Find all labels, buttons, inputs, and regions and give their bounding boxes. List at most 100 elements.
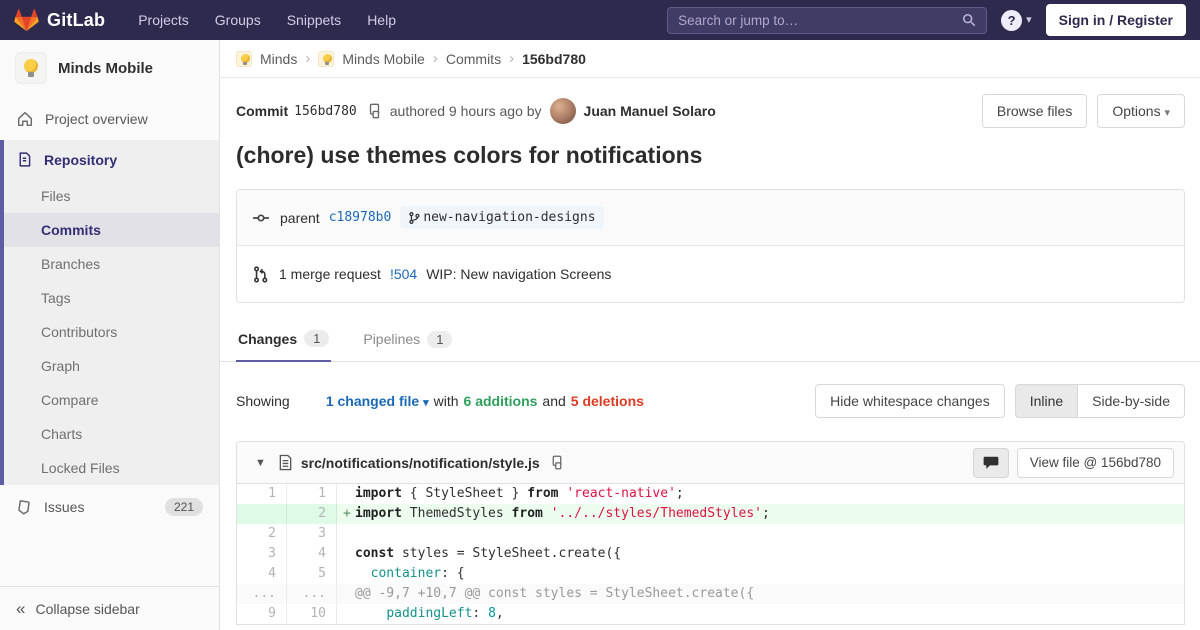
tab-pipelines[interactable]: Pipelines 1 (361, 319, 454, 361)
commit-icon (251, 208, 271, 228)
top-navbar: GitLab Projects Groups Snippets Help Search… (0, 0, 1200, 40)
search-input[interactable]: Search or jump to… (667, 6, 988, 34)
old-line-number[interactable]: ... (237, 584, 287, 604)
nav-link-projects[interactable]: Projects (127, 6, 200, 34)
parent-sha-link[interactable]: c18978b0 (329, 210, 392, 225)
project-name: Minds Mobile (58, 59, 153, 77)
view-file-button[interactable]: View file @ 156bd780 (1016, 447, 1174, 478)
breadcrumb-separator-icon: › (305, 50, 311, 67)
help-icon[interactable]: ? (1001, 9, 1023, 31)
commit-title: (chore) use themes colors for notificati… (236, 142, 703, 168)
new-line-number[interactable]: 10 (287, 604, 337, 624)
copy-sha-button[interactable] (365, 103, 384, 119)
commit-info-box: parent c18978b0 new-navigation-designs 1… (236, 189, 1185, 303)
project-avatar (15, 52, 47, 84)
sidebar-item-locked-files[interactable]: Locked Files (4, 451, 219, 485)
home-icon (16, 110, 34, 128)
author-avatar[interactable] (549, 98, 576, 124)
sidebar-item-commits[interactable]: Commits (4, 213, 219, 247)
collapse-sidebar-button[interactable]: « Collapse sidebar (0, 586, 219, 630)
tab-label: Pipelines (363, 331, 421, 347)
sidebar-item-charts[interactable]: Charts (4, 417, 219, 451)
lightbulb-icon (237, 52, 251, 66)
old-line-number[interactable]: 1 (237, 484, 287, 504)
breadcrumb-avatar (318, 50, 335, 67)
breadcrumb-link-minds-mobile[interactable]: Minds Mobile (342, 51, 424, 67)
tab-count-badge: 1 (304, 330, 330, 347)
sidebar: Minds Mobile Project overview Repository… (0, 40, 220, 630)
issues-icon (16, 499, 33, 516)
tab-count-badge: 1 (427, 330, 453, 348)
hide-whitespace-button[interactable]: Hide whitespace changes (815, 384, 1005, 418)
sidebar-item-issues[interactable]: Issues 221 (0, 485, 219, 529)
diff-summary: Showing 1 changed file ▾ with 6 addition… (220, 362, 1200, 437)
help-menu[interactable]: ? ▾ (1001, 9, 1032, 31)
new-line-number[interactable]: 1 (287, 484, 337, 504)
sidebar-repository-subitems: Files Commits Branches Tags Contributors Grap… (4, 179, 219, 485)
collapse-sidebar-label: Collapse sidebar (35, 600, 140, 617)
old-line-number[interactable]: 2 (237, 524, 287, 544)
sidebar-item-graph[interactable]: Graph (4, 349, 219, 383)
gitlab-logo[interactable]: GitLab (14, 8, 105, 33)
diff-row: 9 10 paddingLeft: 8, (237, 604, 1184, 624)
nav-link-help[interactable]: Help (356, 6, 407, 34)
sidebar-item-compare[interactable]: Compare (4, 383, 219, 417)
breadcrumb-separator-icon: › (432, 50, 438, 67)
new-line-number[interactable]: 4 (287, 544, 337, 564)
old-line-number[interactable]: 3 (237, 544, 287, 564)
search-icon[interactable] (962, 13, 976, 27)
merge-request-link[interactable]: !504 (390, 266, 417, 282)
old-line-number[interactable]: 4 (237, 564, 287, 584)
diff-row: ...... @@ -9,7 +10,7 @@ const styles = St… (237, 584, 1184, 604)
diff-code-line: import { StyleSheet } from 'react-native… (355, 486, 684, 501)
branch-icon (408, 211, 420, 225)
new-line-number[interactable]: 3 (287, 524, 337, 544)
sidebar-item-contributors[interactable]: Contributors (4, 315, 219, 349)
options-dropdown-button[interactable]: Options ▾ (1097, 94, 1185, 128)
old-line-number[interactable]: 9 (237, 604, 287, 624)
new-line-number[interactable]: 2 (287, 504, 337, 524)
merge-request-text: 1 merge request (279, 266, 381, 282)
lightbulb-icon (319, 52, 333, 66)
merge-request-icon (251, 265, 270, 284)
sign-in-register-button[interactable]: Sign in / Register (1045, 4, 1186, 36)
breadcrumb-link-commits[interactable]: Commits (446, 51, 501, 67)
inline-view-button[interactable]: Inline (1014, 384, 1079, 418)
branch-chip[interactable]: new-navigation-designs (400, 206, 604, 229)
author-name[interactable]: Juan Manuel Solaro (584, 103, 716, 119)
file-path[interactable]: src/notifications/notification/style.js (301, 455, 540, 471)
diff-code-line: + import ThemedStyles from '../../styles/… (337, 504, 1184, 524)
sidebar-item-branches[interactable]: Branches (4, 247, 219, 281)
diff-file-header: ▼ src/notifications/notification/style.j… (237, 442, 1184, 484)
branch-name: new-navigation-designs (423, 210, 596, 225)
tab-changes[interactable]: Changes 1 (236, 319, 332, 362)
authored-text: authored 9 hours ago by (389, 103, 542, 119)
diff-row: 3 4 const styles = StyleSheet.create({ (237, 544, 1184, 564)
diff-code-line (337, 524, 1184, 544)
new-line-number[interactable]: ... (287, 584, 337, 604)
copy-file-path-button[interactable] (548, 455, 566, 470)
nav-link-groups[interactable]: Groups (204, 6, 272, 34)
issues-count-badge: 221 (164, 498, 203, 516)
chevron-down-icon: ▾ (1026, 13, 1032, 26)
with-label: with (433, 393, 459, 409)
collapse-file-chevron-icon[interactable]: ▼ (255, 457, 266, 469)
sidebar-item-files[interactable]: Files (4, 179, 219, 213)
changed-files-dropdown[interactable]: 1 changed file ▾ (295, 377, 429, 425)
sidebar-item-tags[interactable]: Tags (4, 281, 219, 315)
browse-files-button[interactable]: Browse files (981, 94, 1088, 128)
comment-icon (983, 456, 999, 470)
old-line-number[interactable] (237, 504, 287, 524)
toggle-comments-button[interactable] (972, 447, 1009, 478)
breadcrumb-link-minds[interactable]: Minds (260, 51, 297, 67)
new-line-number[interactable]: 5 (287, 564, 337, 584)
diff-file-card: ▼ src/notifications/notification/style.j… (236, 441, 1185, 625)
diff-code-line: const styles = StyleSheet.create({ (355, 546, 622, 561)
sidebar-project-header[interactable]: Minds Mobile (0, 40, 219, 98)
sidebar-item-project-overview[interactable]: Project overview (0, 98, 219, 140)
side-by-side-view-button[interactable]: Side-by-side (1078, 384, 1185, 418)
nav-link-snippets[interactable]: Snippets (276, 6, 352, 34)
main-content: Minds › Minds Mobile › Commits › 156bd780 Comm… (220, 40, 1200, 630)
commit-sha: 156bd780 (294, 103, 357, 119)
sidebar-item-repository[interactable]: Repository (4, 140, 219, 179)
